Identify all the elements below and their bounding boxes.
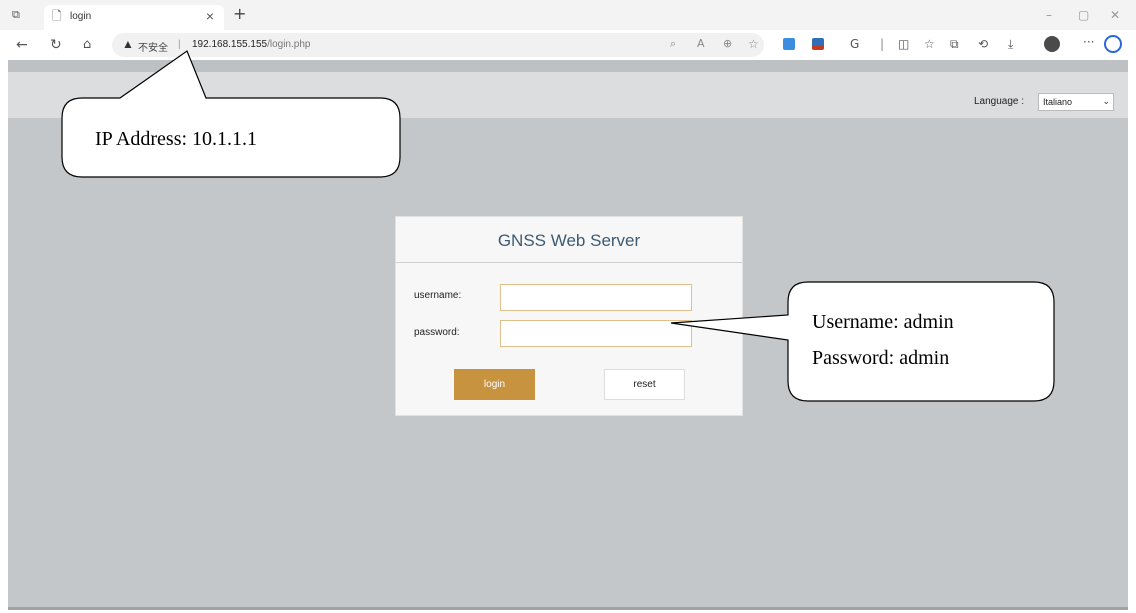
credentials-callout-bubble	[670, 281, 1055, 402]
ip-callout-bubble	[61, 50, 401, 178]
ip-address-note: IP Address: 10.1.1.1	[95, 128, 258, 150]
password-note: Password: admin	[812, 347, 950, 369]
callout-shapes	[61, 50, 1055, 402]
username-note: Username: admin	[812, 311, 954, 333]
